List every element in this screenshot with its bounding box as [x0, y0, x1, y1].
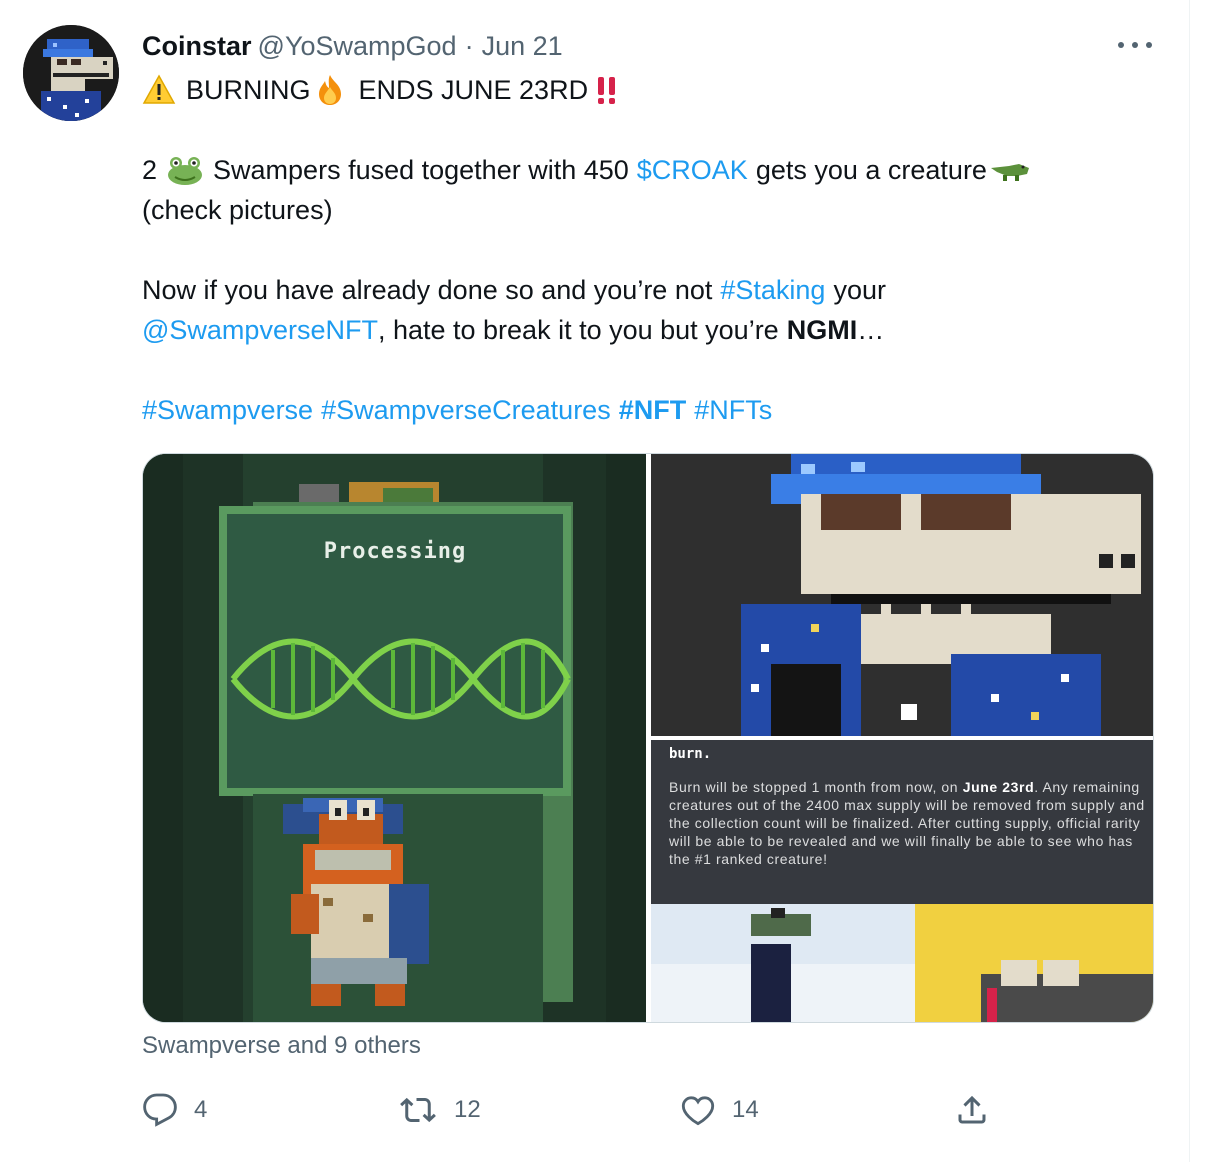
ngmi-text: NGMI	[786, 315, 858, 345]
tweet-text: BURNING ENDS JUNE 23RD 2 Swampers fused …	[142, 70, 1142, 430]
share-icon	[958, 1095, 986, 1124]
more-dots-icon[interactable]	[1118, 32, 1152, 58]
timeline-divider	[1189, 0, 1190, 1162]
author-handle[interactable]: @YoSwampGod	[258, 31, 457, 62]
author-name[interactable]: Coinstar	[142, 31, 252, 62]
processing-artwork: Processing	[143, 454, 646, 1022]
tweet-media-grid: Processing burn. Burn will be stopped 1 …	[142, 453, 1154, 1023]
media-crocodile-image[interactable]	[651, 454, 1153, 736]
crocodile-emoji-icon	[990, 164, 1029, 181]
hashtag-swampverse-link[interactable]: #Swampverse	[142, 390, 313, 430]
share-button[interactable]	[954, 1088, 990, 1132]
crocodile-artwork	[651, 454, 1153, 736]
media-processing-image[interactable]: Processing	[143, 454, 646, 1022]
count-text: 2	[142, 155, 158, 185]
ends-text: ENDS JUNE 23RD	[358, 75, 589, 105]
tweet-hashtags: #Swampverse #SwampverseCreatures #NFT #N…	[142, 390, 1142, 430]
tweet-line-3: (check pictures)	[142, 195, 333, 225]
staking-text-a: Now if you have already done so and you’…	[142, 275, 713, 305]
header-separator: ·	[464, 30, 474, 61]
tweet-action-bar: 4 12 14	[142, 1088, 1002, 1132]
hashtag-nfts-link[interactable]: #NFTs	[694, 390, 772, 430]
processing-label: Processing	[324, 539, 466, 564]
like-count: 14	[732, 1096, 759, 1123]
announcement-title: burn.	[669, 746, 712, 762]
burning-text: BURNING	[186, 75, 311, 105]
crocodile-avatar-icon	[23, 25, 119, 121]
more-dot	[1132, 42, 1138, 48]
croak-cashtag-link[interactable]: $CROAK	[637, 150, 748, 190]
creature-text: gets you a creature	[755, 155, 987, 185]
hashtag-swampversecreatures-link[interactable]: #SwampverseCreatures	[321, 390, 611, 430]
hashtag-nft-link[interactable]: #NFT	[619, 390, 687, 430]
heart-icon	[681, 1096, 715, 1126]
staking-text-b: your	[833, 275, 886, 305]
fused-text: Swampers fused together with 450	[213, 155, 629, 185]
hate-text: , hate to break it to you but you’re	[377, 315, 779, 345]
tweet-line-4: Now if you have already done so and you’…	[142, 270, 1142, 310]
tweet-line-5: @SwampverseNFT , hate to break it to you…	[142, 310, 1142, 350]
reply-icon	[143, 1093, 177, 1127]
more-dot	[1146, 42, 1152, 48]
hashtag-staking-link[interactable]: #Staking	[720, 270, 825, 310]
tweet-date[interactable]: Jun 21	[482, 31, 563, 62]
author-avatar[interactable]	[23, 25, 119, 121]
tweet-header: Coinstar @YoSwampGod · Jun 21	[142, 28, 563, 64]
ellipsis-text: …	[857, 315, 885, 345]
retweet-count: 12	[454, 1096, 481, 1123]
mention-swampversenft-link[interactable]: @SwampverseNFT	[142, 310, 378, 350]
warning-emoji-icon	[142, 74, 176, 104]
reply-count: 4	[194, 1096, 208, 1123]
announcement-pictures	[651, 904, 1153, 1022]
announcement-date: June 23rd	[962, 779, 1035, 795]
double-exclamation-emoji-icon	[598, 77, 616, 104]
reply-button[interactable]: 4	[142, 1088, 207, 1132]
tweet-line-1: BURNING ENDS JUNE 23RD	[142, 70, 1142, 110]
tweet-line-2: 2 Swampers fused together with 450 $CROA…	[142, 150, 1142, 190]
announcement-body: Burn will be stopped 1 month from now, o…	[669, 778, 1153, 868]
retweet-icon	[400, 1097, 436, 1123]
more-dot	[1118, 42, 1124, 48]
fire-emoji-icon	[318, 75, 341, 105]
like-button[interactable]: 14	[680, 1088, 759, 1132]
tagged-users-link[interactable]: Swampverse and 9 others	[142, 1032, 421, 1060]
announcement-text-a: Burn will be stopped 1 month from now, o…	[669, 779, 959, 795]
frog-emoji-icon	[168, 157, 203, 185]
retweet-button[interactable]: 12	[398, 1088, 481, 1132]
media-announcement-image[interactable]: burn. Burn will be stopped 1 month from …	[651, 740, 1153, 1022]
